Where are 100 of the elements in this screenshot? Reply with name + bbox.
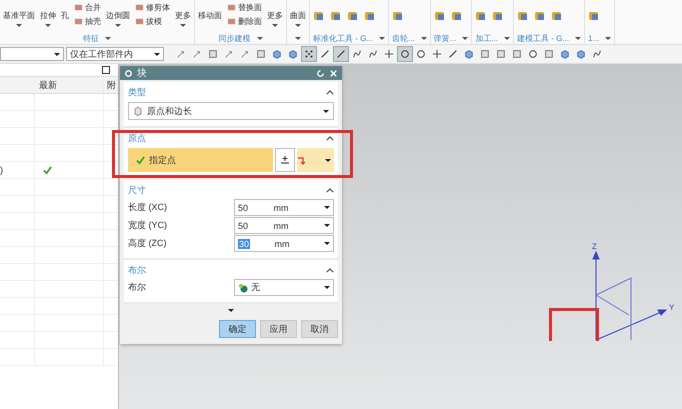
group-label: 齿轮... (392, 32, 415, 44)
ribbon-button[interactable]: 拉伸 (40, 2, 56, 27)
ribbon-button[interactable]: 曲面 (290, 2, 306, 27)
section-title: 尺寸 (128, 184, 147, 196)
toolbar-button[interactable] (398, 47, 412, 61)
reset-icon[interactable] (316, 68, 325, 78)
toolbar-button[interactable] (302, 47, 316, 61)
group-label: 加工... (475, 32, 498, 44)
section-title: 原点 (128, 132, 147, 144)
inferred-point-dropdown[interactable] (297, 148, 334, 172)
coordinate-axes-drawing: Z Y (561, 240, 681, 350)
tool-icon[interactable] (392, 10, 404, 22)
caret-icon (115, 24, 121, 27)
ribbon-button[interactable]: 基准平面 (3, 2, 35, 27)
square-icon (256, 49, 266, 59)
tool-icon[interactable] (492, 10, 504, 22)
tool-icon[interactable] (450, 10, 463, 22)
square-icon (496, 49, 506, 59)
dialog-button[interactable]: 确定 (219, 320, 256, 338)
sphere-icon (238, 282, 248, 292)
arrow-icon (176, 49, 186, 59)
square-icon (512, 49, 522, 59)
scope-dropdown[interactable]: 仅在工作部件内 (66, 47, 164, 61)
tool-icon[interactable] (330, 10, 342, 22)
cube-icon (464, 49, 474, 59)
caret-icon[interactable] (295, 36, 301, 40)
dialog-button[interactable]: 取消 (301, 320, 338, 338)
group-label: 1... (588, 34, 600, 42)
point-selector[interactable]: 指定点 (128, 148, 273, 172)
caret-icon (295, 24, 301, 27)
field-label: 高度 (ZC) (128, 237, 168, 250)
caret-icon[interactable] (379, 36, 385, 40)
ribbon-button[interactable]: 拔模 (135, 16, 170, 27)
curve-icon (592, 49, 602, 59)
arrow-icon (240, 49, 250, 59)
type-dropdown[interactable]: 原点和边长 (128, 102, 334, 120)
tool-icon[interactable] (534, 10, 546, 22)
ribbon-button[interactable]: 修剪体 (135, 2, 170, 13)
input-field[interactable]: 30 mm (234, 235, 334, 252)
collapse-icon[interactable] (326, 268, 334, 272)
line-icon (448, 49, 458, 59)
close-icon[interactable] (329, 68, 338, 78)
input-field[interactable]: 50 mm (234, 199, 334, 216)
arrow-icon (224, 49, 234, 59)
ribbon-button[interactable]: 替换面 (227, 2, 262, 13)
group-label: 建模工具 - G... (517, 32, 570, 44)
cross-icon (384, 49, 394, 59)
ribbon-button[interactable]: 更多 (267, 2, 283, 27)
ribbon-button[interactable]: 边倒圆 (106, 2, 130, 27)
ribbon-button[interactable]: 孔 (61, 2, 69, 21)
tool-icon[interactable] (347, 10, 359, 22)
ribbon-button[interactable]: 删除面 (227, 16, 262, 27)
group-label: 弹簧... (434, 32, 456, 44)
toolbar-button[interactable] (334, 47, 348, 61)
square-icon (544, 49, 554, 59)
maximize-icon[interactable] (102, 66, 110, 74)
caret-icon[interactable] (420, 36, 427, 40)
dialog-button[interactable]: 应用 (260, 320, 297, 338)
section-title: 布尔 (128, 264, 147, 276)
feature-name: ) (0, 165, 3, 175)
ribbon-button[interactable]: 合并 (74, 2, 101, 13)
caret-icon[interactable] (504, 36, 510, 40)
point-dialog-button[interactable] (275, 148, 295, 172)
caret-icon[interactable] (605, 36, 612, 40)
plus-icon (280, 155, 290, 165)
tool-icon[interactable] (517, 10, 530, 22)
column-header[interactable]: 附 (104, 78, 118, 92)
boolean-dropdown[interactable]: 无 (234, 279, 334, 296)
collapse-icon[interactable] (326, 90, 334, 94)
circle-icon (400, 49, 410, 59)
highlight-frame (549, 308, 599, 341)
group-label: 特征 (83, 32, 99, 44)
more-options-icon[interactable] (228, 308, 234, 312)
line-icon (320, 49, 330, 59)
arrow-icon (192, 49, 202, 59)
tool-icon[interactable] (475, 10, 488, 22)
tool-icon[interactable] (551, 10, 564, 22)
toolbar-button[interactable] (430, 47, 444, 61)
caret-icon[interactable] (105, 36, 111, 40)
cross-icon (432, 49, 442, 59)
collapse-icon[interactable] (326, 188, 334, 192)
caret-icon[interactable] (256, 36, 262, 40)
collapse-icon[interactable] (326, 136, 334, 140)
tool-icon[interactable] (588, 10, 600, 22)
ribbon-button[interactable]: 更多 (175, 2, 191, 27)
input-field[interactable]: 50 mm (234, 217, 334, 234)
group-label: 标准化工具 - G... (313, 32, 373, 44)
tool-icon[interactable] (434, 10, 446, 22)
toolbar-button[interactable] (382, 47, 396, 61)
ribbon-button[interactable]: 抽壳 (74, 16, 101, 27)
column-header[interactable]: 最新 (35, 77, 104, 93)
square-icon (208, 49, 218, 59)
ribbon-button[interactable]: 移动面 (198, 2, 222, 21)
field-label: 布尔 (128, 281, 147, 294)
caret-icon (180, 24, 186, 27)
group-label: 同步建模 (218, 32, 250, 44)
caret-icon[interactable] (575, 36, 582, 40)
tool-icon[interactable] (313, 10, 325, 22)
caret-icon[interactable] (462, 36, 468, 40)
tool-icon[interactable] (364, 10, 376, 22)
